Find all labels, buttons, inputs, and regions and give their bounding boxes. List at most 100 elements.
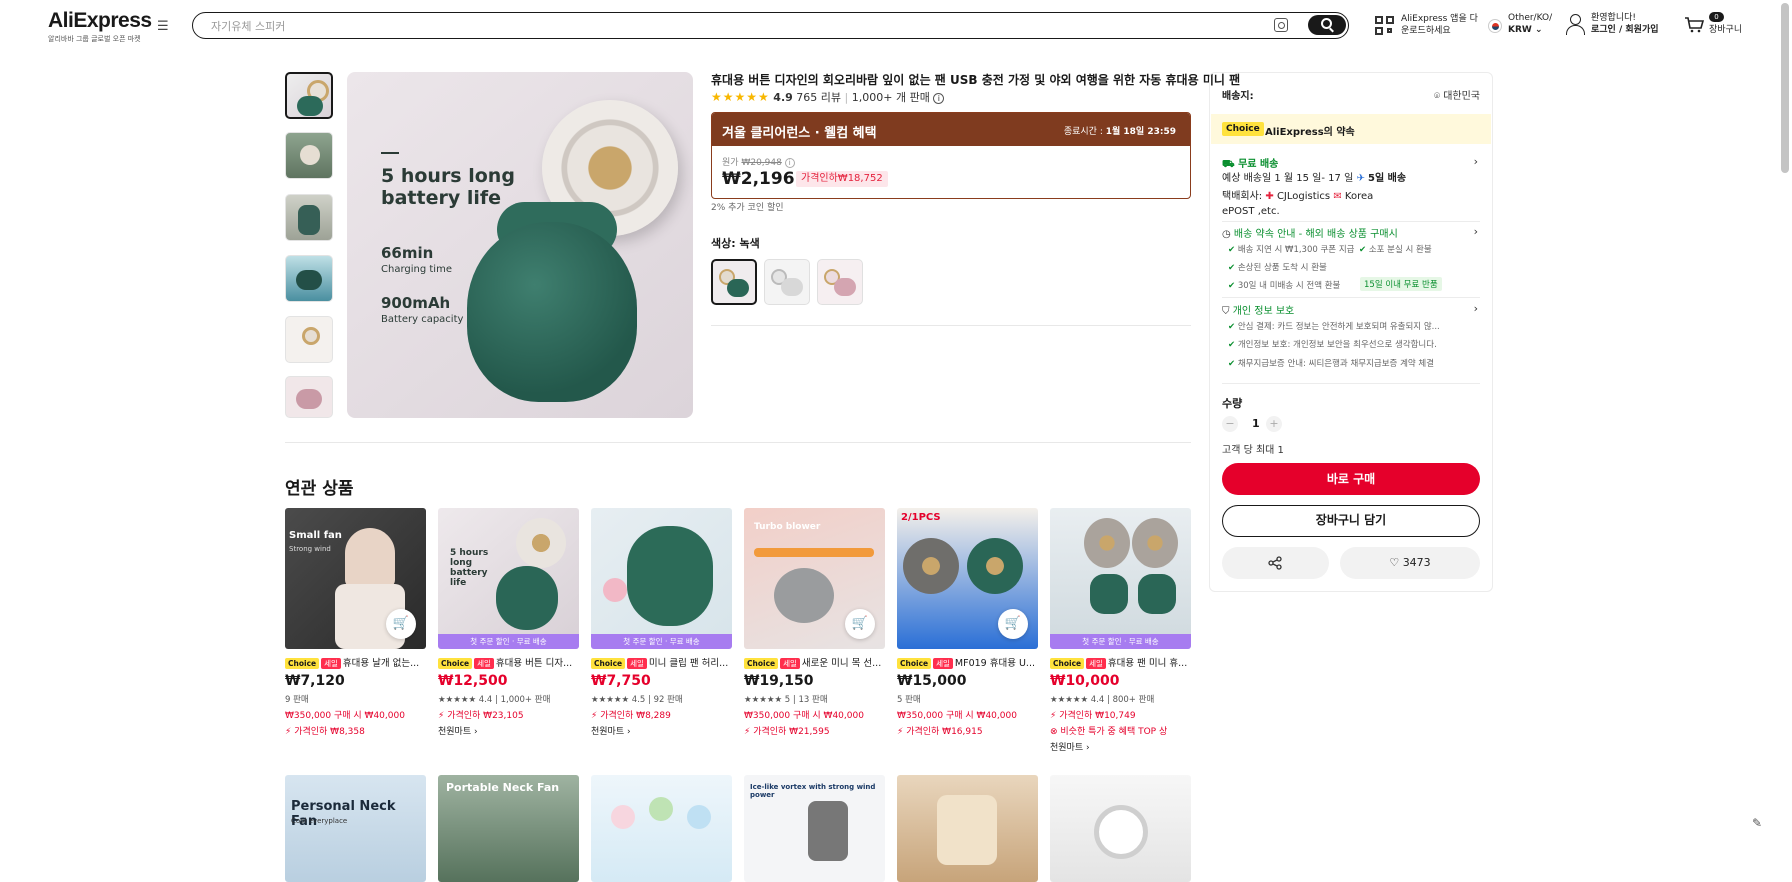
add-to-cart-icon[interactable]: 🛒: [386, 609, 416, 639]
guarantee-item: 30일 내 미배송 시 전액 환불: [1228, 279, 1341, 291]
color-swatch-pink[interactable]: [817, 259, 863, 305]
thumbnail-1[interactable]: [285, 72, 333, 119]
product-card[interactable]: Portable Neck Fan: [438, 775, 579, 882]
product-card[interactable]: Small fan Strong wind 🛒 Choice 세일 휴대용 날개 없…: [285, 508, 426, 737]
chevron-right-icon[interactable]: ›: [1474, 302, 1478, 315]
guarantee-item: 배송 지연 시 ₩1,300 쿠폰 지급: [1228, 243, 1355, 255]
product-card[interactable]: [591, 775, 732, 882]
product-card[interactable]: 첫 주문 할인 · 무료 배송 Choice 세일 미니 클립 팬 허리... ₩7…: [591, 508, 732, 737]
info-icon[interactable]: i: [784, 158, 795, 168]
image-headline: 5 hours long battery life: [381, 165, 515, 209]
app-download-line2: 운로드하세요: [1401, 26, 1451, 36]
thumbnail-5[interactable]: [285, 316, 333, 363]
search-bar[interactable]: 자기유체 스피커: [192, 12, 1349, 39]
logo-text: AliExpress: [48, 9, 152, 32]
product-card-price: ₩19,150: [744, 673, 814, 689]
add-to-cart-icon[interactable]: 🛒: [998, 609, 1028, 639]
product-card-store-link[interactable]: 천원마트 ›: [1050, 740, 1191, 753]
product-card[interactable]: Personal Neck Fan Cool everyplace: [285, 775, 426, 882]
menu-icon[interactable]: ☰: [157, 20, 171, 34]
product-card-store-link[interactable]: 천원마트 ›: [591, 724, 732, 737]
product-card-image[interactable]: Turbo blower 🛒: [744, 508, 885, 649]
truck-icon: ⛟: [1222, 159, 1235, 170]
welcome-text: 환영합니다!: [1591, 13, 1637, 23]
image-spec2-value: 900mAh: [381, 294, 451, 312]
search-button[interactable]: [1308, 15, 1346, 35]
locale-line1: Other/KO/: [1508, 13, 1553, 23]
qr-code-icon[interactable]: [1375, 16, 1394, 35]
product-card-store-link[interactable]: 천원마트 ›: [438, 724, 579, 737]
quantity-decrease-button[interactable]: −: [1222, 416, 1238, 432]
product-card-meta: ★★★★★ 4.4 | 800+ 판매: [1050, 695, 1155, 705]
product-card-promo: ⚡ 가격인하 ₩23,105: [438, 711, 524, 721]
free-shipping-heading[interactable]: ⛟ 무료 배송: [1222, 155, 1278, 172]
quantity-label: 수량: [1222, 397, 1243, 410]
info-icon[interactable]: i: [933, 93, 945, 104]
rating-row[interactable]: ★★★★★ 4.9 765 리뷰 | 1,000+ 개 판매 i: [711, 89, 945, 105]
quantity-value[interactable]: 1: [1252, 417, 1260, 430]
thumbnail-3[interactable]: [285, 194, 333, 241]
carrier-info: 택배회사: ✚ CJLogistics ✉ Korea ePOST ,etc.: [1222, 191, 1374, 217]
delivery-guarantee-heading[interactable]: ◷ 배송 약속 안내 - 해외 배송 상품 구매시: [1222, 225, 1398, 240]
ship-to-country[interactable]: ⌾ 대한민국: [1434, 87, 1480, 102]
product-card-image[interactable]: 2/1PCS 🛒: [897, 508, 1038, 649]
product-card-image[interactable]: 첫 주문 할인 · 무료 배송: [1050, 508, 1191, 649]
product-card-price: ₩12,500: [438, 673, 508, 689]
account-menu[interactable]: 환영합니다! 로그인 / 회원가입: [1591, 12, 1659, 36]
product-card-banner: 첫 주문 할인 · 무료 배송: [591, 634, 732, 649]
product-card-name: Choice 세일 MF019 휴대용 U...: [897, 655, 1038, 669]
product-card[interactable]: [897, 775, 1038, 882]
product-title: 휴대용 버튼 디자인의 회오리바람 잎이 없는 팬 USB 충전 가정 및 야외…: [711, 73, 1241, 87]
product-card-promo: ₩350,000 구매 시 ₩40,000: [285, 711, 405, 721]
product-card[interactable]: [1050, 775, 1191, 882]
add-to-cart-icon[interactable]: 🛒: [845, 609, 875, 639]
chevron-down-icon: ⌄: [1534, 25, 1543, 35]
product-card-name: Choice 세일 휴대용 팬 미니 휴...: [1050, 655, 1191, 669]
choice-promise-text: AliExpress의 약속: [1265, 127, 1355, 138]
main-product-image[interactable]: 5 hours long battery life 66min Charging…: [347, 72, 693, 418]
privacy-item: 채무지급보증 안내: 씨티은행과 채무지급보증 계약 체결: [1228, 357, 1434, 369]
product-card-image[interactable]: Small fan Strong wind 🛒: [285, 508, 426, 649]
app-download-link[interactable]: AliExpress 앱을 다 운로드하세요: [1401, 13, 1478, 37]
privacy-heading[interactable]: ⛉ 개인 정보 보호: [1222, 302, 1294, 317]
product-card[interactable]: Ice-like vortex with strong wind power: [744, 775, 885, 882]
logo-subtitle: 알리바바 그룹 글로벌 오픈 마켓: [48, 35, 141, 43]
edit-icon[interactable]: ✎: [1752, 816, 1768, 832]
cart-icon[interactable]: [1684, 17, 1704, 33]
choice-promise-banner: Choice AliExpress의 약속: [1211, 114, 1491, 144]
thumbnail-2[interactable]: [285, 132, 333, 179]
share-button[interactable]: [1222, 547, 1329, 579]
color-swatch-green[interactable]: [711, 259, 757, 305]
buy-now-button[interactable]: 바로 구매: [1222, 463, 1480, 495]
chevron-right-icon[interactable]: ›: [1474, 225, 1478, 238]
quantity-increase-button[interactable]: +: [1266, 416, 1282, 432]
thumbnail-4[interactable]: [285, 255, 333, 302]
logo[interactable]: AliExpress 알리바바 그룹 글로벌 오픈 마켓: [48, 9, 158, 44]
add-to-cart-button[interactable]: 장바구니 담기: [1222, 505, 1480, 537]
delivery-estimate: 예상 배송일 1 월 15 일- 17 일 ✈ 5일 배송: [1222, 173, 1407, 184]
product-card[interactable]: 첫 주문 할인 · 무료 배송 Choice 세일 휴대용 팬 미니 휴... ₩1…: [1050, 508, 1191, 753]
promo-price-box: 겨울 클리어런스 · 웰컴 혜택 종료시간 : 1월 18일 23:59 원가 …: [711, 112, 1191, 199]
product-card[interactable]: 5 hours long battery life 첫 주문 할인 · 무료 배…: [438, 508, 579, 737]
product-card-image[interactable]: 5 hours long battery life 첫 주문 할인 · 무료 배…: [438, 508, 579, 649]
thumbnail-6[interactable]: [285, 376, 333, 418]
cart-label[interactable]: 장바구니: [1709, 24, 1742, 36]
product-card-name: Choice 세일 새로운 미니 목 선...: [744, 655, 885, 669]
scrollbar[interactable]: [1781, 3, 1789, 173]
divider: [1222, 221, 1480, 222]
chevron-right-icon[interactable]: ›: [1474, 155, 1478, 168]
product-card-price: ₩7,750: [591, 673, 651, 689]
user-icon[interactable]: [1566, 14, 1585, 35]
locale-selector[interactable]: Other/KO/ KRW ⌄: [1508, 12, 1552, 36]
search-input[interactable]: 자기유체 스피커: [211, 18, 285, 34]
review-count[interactable]: 765 리뷰: [796, 91, 841, 104]
login-link[interactable]: 로그인 / 회원가입: [1591, 24, 1659, 36]
wishlist-button[interactable]: ♡ 3473: [1340, 547, 1480, 579]
free-return-badge: 15일 이내 무료 반품: [1360, 277, 1442, 291]
product-card[interactable]: 2/1PCS 🛒 Choice 세일 MF019 휴대용 U... ₩15,000 …: [897, 508, 1038, 737]
product-card[interactable]: Turbo blower 🛒 Choice 세일 새로운 미니 목 선... ₩19…: [744, 508, 885, 737]
product-card-price: ₩10,000: [1050, 673, 1120, 689]
camera-search-icon[interactable]: [1274, 18, 1288, 32]
product-card-image[interactable]: 첫 주문 할인 · 무료 배송: [591, 508, 732, 649]
color-swatch-white[interactable]: [764, 259, 810, 305]
